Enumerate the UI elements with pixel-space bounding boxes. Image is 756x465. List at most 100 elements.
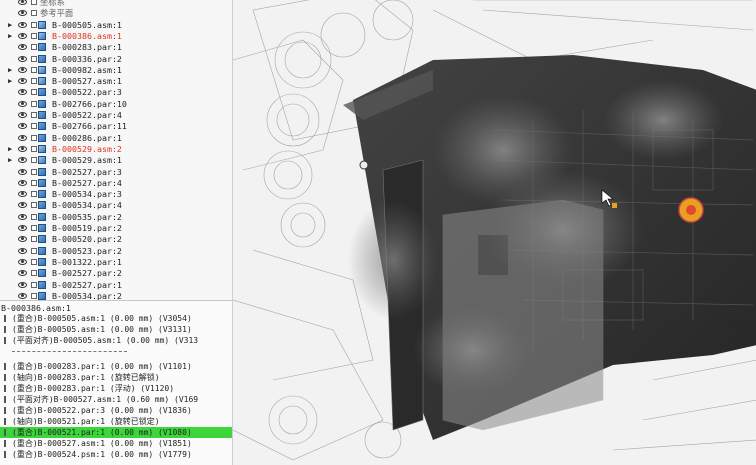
lock-icon[interactable] bbox=[31, 281, 37, 288]
expand-arrow-icon[interactable]: ▶ bbox=[8, 20, 14, 31]
visibility-eye-icon[interactable] bbox=[18, 202, 27, 209]
tree-item[interactable]: B-002766.par:11 bbox=[0, 121, 232, 132]
tree-item[interactable]: B-000534.par:4 bbox=[0, 200, 232, 211]
lock-icon[interactable] bbox=[31, 78, 37, 85]
tree-item[interactable]: B-001322.par:1 bbox=[0, 257, 232, 268]
constraint-row[interactable]: (重合)B-000524.psm:1 (0.00 mm) (V1779) bbox=[0, 449, 232, 460]
lock-icon[interactable] bbox=[31, 225, 37, 231]
expand-arrow-icon[interactable]: ▶ bbox=[8, 31, 14, 42]
tree-item[interactable]: ▶ B-000386.asm:1 bbox=[0, 31, 232, 42]
lock-icon[interactable] bbox=[31, 236, 37, 243]
lock-icon[interactable] bbox=[31, 145, 37, 152]
constraint-row[interactable]: (轴向)B-000283.par:1 (旋转已解锁) bbox=[0, 372, 232, 383]
visibility-eye-icon[interactable] bbox=[18, 145, 27, 152]
lock-icon[interactable] bbox=[31, 21, 37, 28]
lock-icon[interactable] bbox=[31, 168, 37, 175]
lock-icon[interactable] bbox=[31, 112, 37, 118]
tree-item[interactable]: B-002527.par:2 bbox=[0, 268, 232, 279]
lock-icon[interactable] bbox=[31, 202, 37, 209]
tree-item[interactable]: B-000534.par:2 bbox=[0, 291, 232, 300]
tree-item[interactable]: B-000283.par:1 bbox=[0, 42, 232, 53]
visibility-eye-icon[interactable] bbox=[18, 44, 27, 51]
visibility-eye-icon[interactable] bbox=[18, 78, 27, 85]
visibility-eye-icon[interactable] bbox=[18, 258, 27, 265]
lock-icon[interactable] bbox=[31, 44, 37, 51]
constraint-row[interactable]: (重合)B-000522.par:3 (0.00 mm) (V1836) bbox=[0, 405, 232, 416]
lock-icon[interactable] bbox=[31, 100, 37, 107]
lock-icon[interactable] bbox=[31, 123, 37, 130]
visibility-eye-icon[interactable] bbox=[18, 292, 27, 299]
constraint-row[interactable]: (轴向)B-000521.par:1 (旋转已锁定) bbox=[0, 416, 232, 427]
visibility-eye-icon[interactable] bbox=[18, 168, 27, 175]
tree-item[interactable]: B-000336.par:2 bbox=[0, 54, 232, 65]
visibility-eye-icon[interactable] bbox=[18, 236, 27, 243]
lock-icon[interactable] bbox=[31, 258, 37, 265]
lock-icon[interactable] bbox=[31, 66, 37, 73]
tree-item[interactable]: ▶ B-000505.asm:1 bbox=[0, 20, 232, 31]
expand-arrow-icon[interactable]: ▶ bbox=[8, 144, 14, 155]
tree-item[interactable]: ▶ B-000527.asm:1 bbox=[0, 76, 232, 87]
constraint-panel[interactable]: B-000386.asm:1 (重合)B-000505.asm:1 (0.00 … bbox=[0, 301, 232, 465]
constraint-row[interactable]: (重合)B-000505.asm:1 (0.00 mm) (V3131) bbox=[0, 324, 232, 335]
lock-icon[interactable] bbox=[31, 55, 37, 62]
visibility-eye-icon[interactable] bbox=[18, 10, 27, 17]
lock-icon[interactable] bbox=[31, 191, 37, 198]
tree-item[interactable]: B-002766.par:10 bbox=[0, 99, 232, 110]
tree-item[interactable]: B-002527.par:1 bbox=[0, 280, 232, 291]
visibility-eye-icon[interactable] bbox=[18, 213, 27, 220]
visibility-eye-icon[interactable] bbox=[18, 191, 27, 198]
tree-item[interactable]: ▶ B-000529.asm:1 bbox=[0, 155, 232, 166]
tree-item[interactable]: B-000534.par:3 bbox=[0, 189, 232, 200]
tree-item[interactable]: 参考平面 bbox=[0, 8, 232, 19]
expand-arrow-icon[interactable]: ▶ bbox=[8, 65, 14, 76]
lock-icon[interactable] bbox=[31, 32, 37, 39]
lock-icon[interactable] bbox=[31, 292, 37, 299]
tree-item[interactable]: B-000522.par:4 bbox=[0, 110, 232, 121]
lock-icon[interactable] bbox=[31, 247, 37, 254]
expand-arrow-icon[interactable]: ▶ bbox=[8, 76, 14, 87]
3d-viewport[interactable] bbox=[232, 0, 756, 465]
visibility-eye-icon[interactable] bbox=[18, 179, 27, 186]
visibility-eye-icon[interactable] bbox=[18, 157, 27, 164]
constraint-row[interactable]: (重合)B-000527.asm:1 (0.00 mm) (V1851) bbox=[0, 438, 232, 449]
visibility-eye-icon[interactable] bbox=[18, 112, 27, 118]
visibility-eye-icon[interactable] bbox=[18, 32, 27, 39]
tree-item[interactable]: 坐标系 bbox=[0, 0, 232, 8]
assembly-tree-panel[interactable]: 坐标系 参考平面 ▶ B-000505.asm:1 ▶ B-000386.asm:1 B-0… bbox=[0, 0, 232, 300]
constraint-row[interactable]: (平面对齐)B-000527.asm:1 (0.60 mm) (V169 bbox=[0, 394, 232, 405]
tree-item[interactable]: B-000522.par:3 bbox=[0, 87, 232, 98]
visibility-eye-icon[interactable] bbox=[18, 281, 27, 288]
lock-icon[interactable] bbox=[31, 157, 37, 164]
constraint-row[interactable]: (重合)B-000283.par:1 (浮动) (V1120) bbox=[0, 383, 232, 394]
visibility-eye-icon[interactable] bbox=[18, 270, 27, 277]
tree-item[interactable]: B-000286.par:1 bbox=[0, 133, 232, 144]
visibility-eye-icon[interactable] bbox=[18, 225, 27, 231]
visibility-eye-icon[interactable] bbox=[18, 123, 27, 130]
lock-icon[interactable] bbox=[31, 213, 37, 220]
tree-item[interactable]: B-002527.par:4 bbox=[0, 178, 232, 189]
constraint-row[interactable]: (重合)B-000505.asm:1 (0.00 mm) (V3054) bbox=[0, 313, 232, 324]
visibility-eye-icon[interactable] bbox=[18, 66, 27, 73]
visibility-eye-icon[interactable] bbox=[18, 89, 27, 96]
tree-item[interactable]: B-002527.par:3 bbox=[0, 167, 232, 178]
visibility-eye-icon[interactable] bbox=[18, 21, 27, 28]
constraint-row[interactable]: (重合)B-000521.par:1 (0.00 mm) (V1080) bbox=[0, 427, 232, 438]
tree-item[interactable]: ▶ B-000529.asm:2 bbox=[0, 144, 232, 155]
tree-item[interactable]: B-000520.par:2 bbox=[0, 234, 232, 245]
lock-icon[interactable] bbox=[31, 134, 37, 141]
expand-arrow-icon[interactable]: ▶ bbox=[8, 155, 14, 166]
tree-item[interactable]: B-000535.par:2 bbox=[0, 212, 232, 223]
tree-item[interactable]: ▶ B-000982.asm:1 bbox=[0, 65, 232, 76]
tree-item[interactable]: B-000519.par:2 bbox=[0, 223, 232, 234]
visibility-eye-icon[interactable] bbox=[18, 134, 27, 141]
lock-icon[interactable] bbox=[31, 89, 37, 96]
visibility-eye-icon[interactable] bbox=[18, 100, 27, 107]
lock-icon[interactable] bbox=[31, 270, 37, 277]
lock-icon[interactable] bbox=[31, 179, 37, 186]
visibility-eye-icon[interactable] bbox=[18, 247, 27, 254]
constraint-row[interactable]: (平面对齐)B-000505.asm:1 (0.00 mm) (V313 bbox=[0, 335, 232, 346]
visibility-eye-icon[interactable] bbox=[18, 55, 27, 62]
constraint-row[interactable]: (重合)B-000283.par:1 (0.00 mm) (V1101) bbox=[0, 361, 232, 372]
visibility-eye-icon[interactable] bbox=[18, 0, 27, 5]
tree-item[interactable]: B-000523.par:2 bbox=[0, 246, 232, 257]
